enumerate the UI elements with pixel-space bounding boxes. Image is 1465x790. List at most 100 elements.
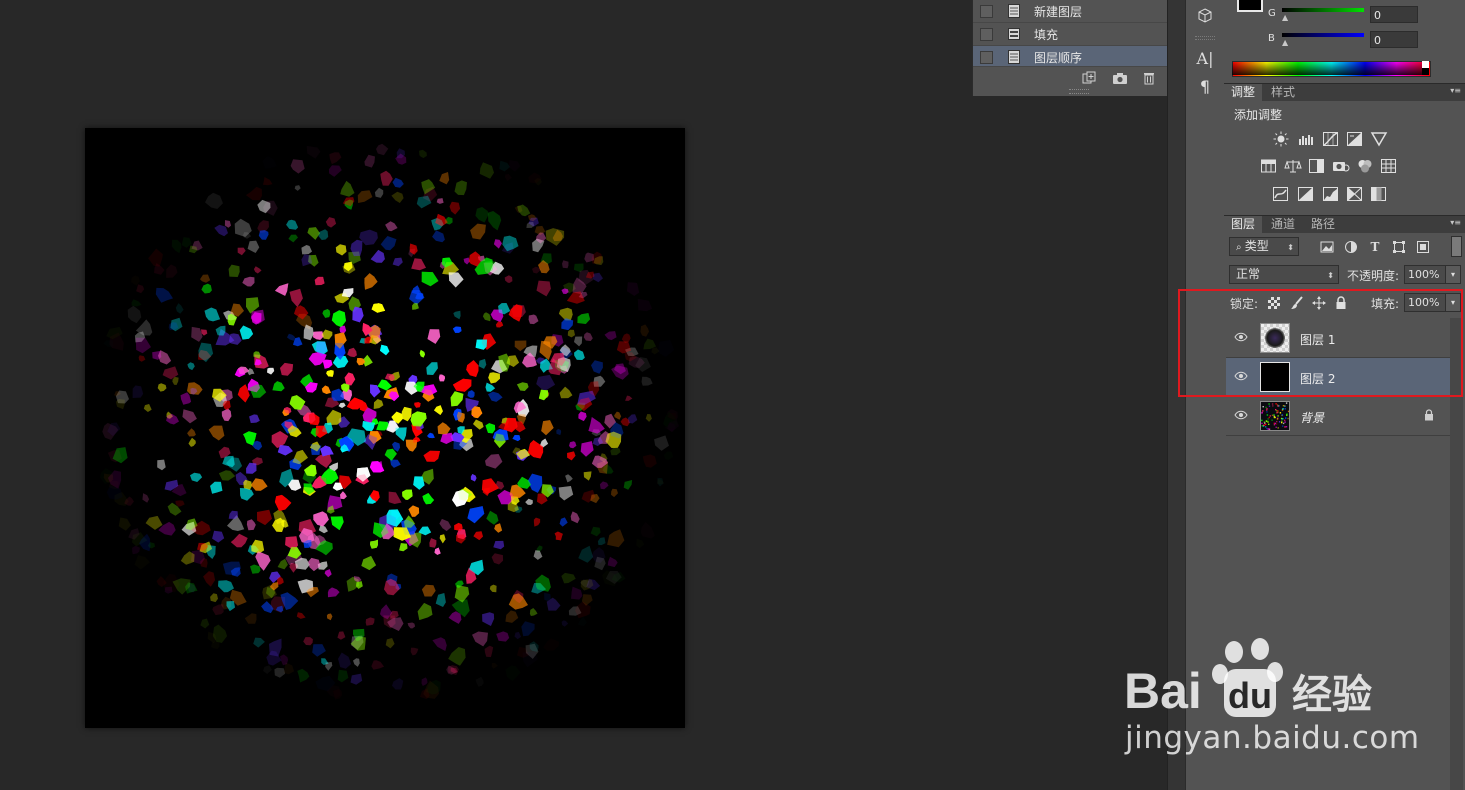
tab-channels[interactable]: 通道: [1264, 216, 1302, 233]
type-layer-filter-icon[interactable]: T: [1368, 240, 1382, 254]
confetti-piece: [559, 386, 573, 399]
confetti-piece: [473, 531, 483, 541]
g-channel-label: G: [1268, 8, 1276, 19]
confetti-piece: [509, 160, 521, 172]
adjustment-layer-filter-icon[interactable]: [1344, 240, 1358, 254]
confetti-piece: [127, 305, 142, 324]
filter-toggle-switch[interactable]: [1451, 236, 1462, 257]
confetti-piece: [347, 347, 357, 358]
confetti-piece: [493, 239, 502, 249]
confetti-piece: [187, 382, 203, 395]
confetti-piece: [421, 584, 436, 597]
layer-row[interactable]: 背景: [1226, 397, 1450, 436]
confetti-piece: [322, 359, 333, 369]
panel-menu-icon[interactable]: ▾≡: [1450, 218, 1461, 227]
hue-saturation-icon[interactable]: [1260, 158, 1278, 174]
slider-handle-icon[interactable]: ▲: [1282, 38, 1288, 47]
exposure-icon[interactable]: [1346, 131, 1364, 147]
tab-paths[interactable]: 路径: [1304, 216, 1342, 233]
confetti-piece: [533, 517, 541, 527]
snapshot-checkbox[interactable]: [980, 4, 993, 18]
blend-mode-select[interactable]: 正常 ⬍: [1229, 265, 1339, 284]
camera-snapshot-icon[interactable]: [1112, 71, 1128, 85]
confetti-piece: [226, 601, 235, 612]
b-value-field[interactable]: 0: [1370, 31, 1418, 48]
layer-filter-kind-select[interactable]: ⌕ 类型 ⬍: [1229, 237, 1299, 256]
noise-dot: [1265, 420, 1268, 422]
levels-icon[interactable]: [1298, 131, 1316, 147]
gradient-map-icon[interactable]: [1346, 186, 1364, 202]
ramp-black-swatch[interactable]: [1422, 68, 1429, 75]
dropdown-arrow-icon[interactable]: ▾: [1445, 266, 1460, 283]
confetti-piece: [423, 450, 440, 462]
snapshot-checkbox[interactable]: [980, 50, 993, 64]
confetti-piece: [214, 224, 228, 237]
threshold-icon[interactable]: [1322, 186, 1340, 202]
confetti-piece: [292, 449, 308, 465]
g-channel-slider[interactable]: [1282, 8, 1364, 12]
confetti-piece: [508, 304, 523, 322]
brightness-contrast-icon[interactable]: [1272, 131, 1290, 147]
photo-filter-icon[interactable]: [1332, 158, 1350, 174]
confetti-piece: [297, 668, 310, 683]
confetti-piece: [419, 349, 425, 358]
confetti-piece: [132, 385, 144, 398]
opacity-field[interactable]: 100% ▾: [1404, 265, 1461, 284]
new-document-from-state-icon[interactable]: [1081, 71, 1097, 85]
ramp-white-swatch[interactable]: [1422, 61, 1429, 68]
confetti-piece: [495, 321, 504, 328]
color-lookup-icon[interactable]: [1380, 158, 1398, 174]
confetti-piece: [204, 307, 221, 322]
selective-color-icon[interactable]: [1370, 186, 1388, 202]
noise-dot: [1261, 425, 1263, 427]
tab-adjustments[interactable]: 调整: [1224, 84, 1263, 101]
confetti-piece: [554, 531, 563, 541]
confetti-piece: [597, 537, 606, 546]
confetti-piece: [623, 480, 633, 490]
visibility-eye-icon[interactable]: [1234, 410, 1248, 420]
noise-dot: [1278, 421, 1281, 423]
confetti-piece: [421, 677, 428, 686]
black-white-icon[interactable]: [1308, 158, 1326, 174]
layer-name[interactable]: 背景: [1300, 409, 1324, 426]
b-channel-slider[interactable]: [1282, 33, 1364, 37]
noise-dot: [1265, 406, 1267, 409]
noise-dot: [1267, 420, 1269, 423]
channel-mixer-icon[interactable]: [1356, 158, 1374, 174]
confetti-piece: [528, 314, 539, 325]
confetti-piece: [645, 414, 652, 422]
curves-icon[interactable]: [1322, 131, 1340, 147]
tab-styles[interactable]: 样式: [1264, 84, 1302, 101]
smart-object-filter-icon[interactable]: [1416, 240, 1430, 254]
confetti-piece: [277, 444, 293, 456]
document-canvas[interactable]: [85, 128, 685, 728]
history-item[interactable]: 新建图层: [973, 0, 1169, 23]
panel-grip[interactable]: [1069, 89, 1089, 94]
confetti-piece: [638, 299, 652, 312]
trash-icon[interactable]: [1141, 71, 1157, 85]
slider-handle-icon[interactable]: ▲: [1282, 13, 1288, 22]
invert-icon[interactable]: [1272, 186, 1290, 202]
color-ramp-shade: [1232, 61, 1429, 75]
confetti-piece: [384, 373, 395, 381]
tab-layers[interactable]: 图层: [1224, 216, 1263, 233]
shape-layer-filter-icon[interactable]: [1392, 240, 1406, 254]
posterize-icon[interactable]: [1297, 186, 1315, 202]
panel-menu-icon[interactable]: ▾≡: [1450, 86, 1461, 95]
noise-dot: [1284, 405, 1286, 407]
g-value-field[interactable]: 0: [1370, 6, 1418, 23]
3d-panel-icon[interactable]: [1186, 2, 1224, 30]
paragraph-panel-icon[interactable]: ¶: [1186, 72, 1224, 100]
snapshot-checkbox[interactable]: [980, 27, 993, 41]
confetti-piece: [514, 631, 522, 640]
noise-dot: [1286, 413, 1288, 415]
confetti-piece: [371, 660, 385, 670]
pixel-layer-filter-icon[interactable]: [1320, 240, 1334, 254]
character-panel-icon[interactable]: A|: [1186, 44, 1224, 72]
color-balance-icon[interactable]: [1284, 158, 1302, 174]
vibrance-icon[interactable]: [1370, 131, 1388, 147]
confetti-piece: [641, 522, 655, 539]
confetti-piece: [604, 331, 617, 341]
history-item[interactable]: 填充: [973, 23, 1169, 46]
foreground-color-swatch[interactable]: [1237, 0, 1263, 12]
